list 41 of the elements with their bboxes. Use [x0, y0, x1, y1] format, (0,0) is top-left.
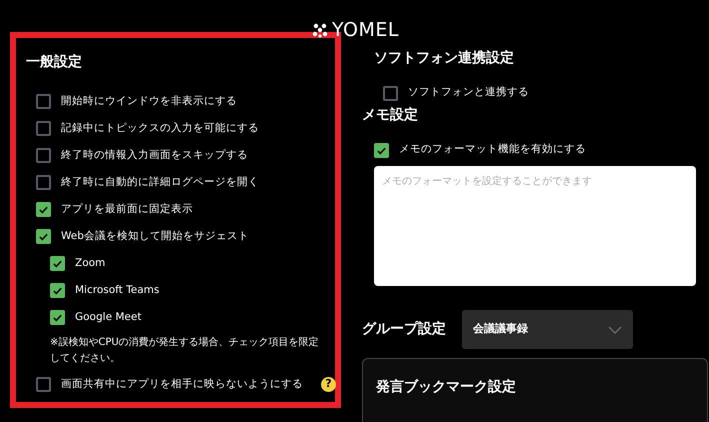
checkbox[interactable]: [36, 202, 51, 217]
checkbox[interactable]: [50, 283, 65, 298]
memo-format-field[interactable]: メモのフォーマットを設定することができます: [374, 166, 696, 286]
checkbox-label: Microsoft Teams: [75, 282, 160, 298]
checkbox[interactable]: [36, 121, 51, 136]
check-icon: [52, 312, 63, 323]
chevron-down-icon: [608, 326, 622, 334]
checkbox[interactable]: [36, 94, 51, 109]
checkbox-label: ソフトフォンと連携する: [408, 85, 529, 100]
checkbox-label: 記録中にトピックスの入力を可能にする: [61, 120, 259, 136]
people-icon: [312, 22, 328, 38]
group-dropdown[interactable]: 会議議事録: [462, 310, 633, 349]
section-title: メモ設定: [362, 106, 419, 125]
check-icon: [38, 204, 49, 215]
checkbox[interactable]: [36, 175, 51, 190]
checkbox[interactable]: [374, 142, 389, 158]
checkbox-label: Google Meet: [75, 310, 142, 325]
checkbox[interactable]: [50, 256, 65, 271]
checkbox-label: Web会議を検知して開始をサジェスト: [61, 228, 249, 244]
checkbox[interactable]: [36, 229, 51, 244]
section-title: 一般設定: [26, 52, 83, 72]
checkbox-label: メモのフォーマット機能を有効にする: [399, 142, 586, 158]
note-text: ※誤検知やCPUの消費が発生する場合、チェック項目を限定してください。: [49, 336, 320, 366]
checkbox[interactable]: [50, 310, 65, 325]
check-icon: [52, 258, 63, 269]
checkbox-label: Zoom: [75, 256, 106, 271]
section-title: グループ設定: [362, 320, 446, 339]
check-icon: [52, 285, 63, 296]
section-title: 発言ブックマーク設定: [376, 378, 517, 397]
checkbox-label: 終了時の情報入力画面をスキップする: [61, 148, 248, 163]
checkbox[interactable]: [36, 377, 51, 392]
section-title: ソフトフォン連携設定: [374, 48, 515, 68]
checkbox[interactable]: [36, 148, 51, 163]
checkbox-label: 開始時にウインドウを非表示にする: [61, 94, 237, 109]
logo-text: YOMEL: [332, 18, 399, 43]
help-icon[interactable]: ?: [321, 377, 336, 392]
check-icon: [38, 231, 49, 242]
checkbox-label: アプリを最前面に固定表示: [61, 202, 193, 217]
checkbox[interactable]: [383, 86, 398, 100]
checkbox-label: 画面共有中にアプリを相手に映らないようにする: [61, 376, 303, 392]
checkbox-label: 終了時に自動的に詳細ログページを開く: [61, 174, 259, 190]
